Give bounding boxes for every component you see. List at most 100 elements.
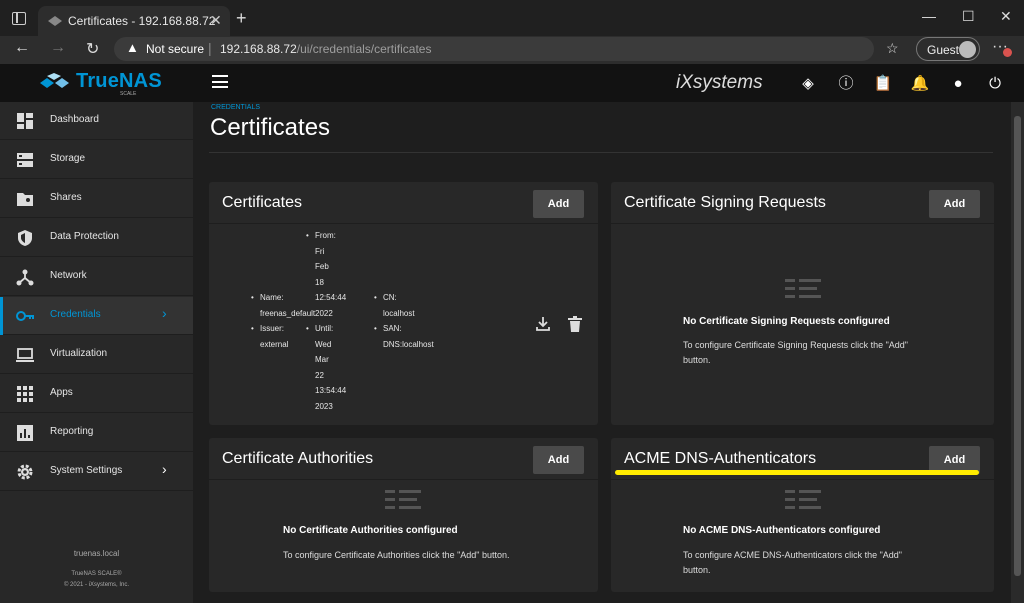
menu-toggle-icon[interactable]	[212, 75, 228, 89]
highlight-underline	[615, 470, 979, 475]
sidebar-version: TrueNAS SCALE®	[71, 571, 122, 577]
cert-from-time: 12:54:44	[315, 293, 347, 302]
cert-from-month: Feb	[315, 262, 329, 271]
main-content: CREDENTIALS Certificates Certificates Ad…	[193, 102, 1011, 603]
sidebar-item-label: Storage	[50, 153, 86, 164]
vendor-logo[interactable]: iXsystems	[676, 72, 763, 94]
forward-icon[interactable]: →	[50, 39, 66, 57]
cert-until-year: 2023	[315, 401, 333, 411]
truenas-logo[interactable]: TrueNAS SCALE	[38, 70, 178, 98]
chevron-right-icon: ›	[162, 305, 167, 321]
shares-icon	[17, 193, 33, 206]
truenas-mark-icon	[40, 73, 69, 88]
scrollbar-thumb[interactable]	[1014, 116, 1021, 576]
cert-issuer-label: Issuer:	[260, 324, 285, 333]
favorites-icon[interactable]: ☆	[886, 40, 899, 57]
cert-san-value: DNS:localhost	[383, 339, 434, 349]
sidebar-item-shares[interactable]: Shares	[0, 180, 193, 218]
sidebar-item-credentials[interactable]: Credentials ›	[0, 297, 193, 335]
bell-icon[interactable]: 🔔	[910, 74, 930, 94]
empty-description: To configure Certificate Signing Request…	[683, 340, 909, 365]
page-scrollbar[interactable]	[1011, 102, 1024, 603]
sidebar-item-label: Network	[50, 270, 87, 281]
info-icon[interactable]: ⓘ	[836, 74, 856, 94]
url-path: /ui/credentials/certificates	[296, 42, 432, 56]
card-title: Certificates	[222, 194, 303, 211]
sidebar-item-network[interactable]: Network	[0, 258, 193, 296]
download-icon[interactable]	[535, 316, 551, 332]
cert-name-value: freenas_default	[260, 308, 316, 318]
tab-title: Certificates - 192.168.88.72	[68, 14, 216, 28]
empty-description: To configure ACME DNS-Authenticators cli…	[683, 550, 902, 575]
address-separator: |	[208, 40, 212, 56]
add-csr-button[interactable]: Add	[929, 190, 980, 218]
app-topbar: TrueNAS SCALE iXsystems ◈ ⓘ 📋 🔔 ● ⏻	[0, 64, 1024, 102]
reload-icon[interactable]: ↻	[86, 39, 99, 59]
delete-icon[interactable]	[568, 316, 582, 332]
browser-tab[interactable]: Certificates - 192.168.88.72 ✕	[38, 6, 230, 36]
cert-until-month: Mar	[315, 355, 329, 364]
sidebar-item-label: Apps	[50, 387, 73, 398]
profile-button[interactable]: Guest	[916, 37, 980, 61]
brand-sub: SCALE	[120, 91, 137, 97]
active-indicator	[0, 297, 3, 335]
sidebar-item-storage[interactable]: Storage	[0, 141, 193, 179]
browser-titlebar: Certificates - 192.168.88.72 ✕ + — ☐ ✕	[0, 0, 1024, 36]
back-icon[interactable]: ←	[14, 39, 30, 57]
new-tab-icon[interactable]: +	[236, 8, 247, 29]
sidebar-copyright: © 2021 - iXsystems, Inc.	[63, 582, 130, 588]
breadcrumb[interactable]: CREDENTIALS	[211, 104, 260, 111]
sidebar-item-reporting[interactable]: Reporting	[0, 414, 193, 452]
cert-from-year: 2022	[315, 308, 333, 318]
page-title: Certificates	[210, 114, 331, 141]
window-close-icon[interactable]: ✕	[1000, 8, 1012, 25]
cert-cn-san-col: • CN: localhost • SAN: DNS:localhost	[374, 290, 434, 352]
empty-description: To configure Certificate Authorities cli…	[283, 550, 510, 560]
sidebar-item-data-protection[interactable]: Data Protection	[0, 219, 193, 257]
acme-card: ACME DNS-Authenticators Add No ACME DNS-…	[611, 438, 994, 592]
sidebar-item-system-settings[interactable]: System Settings ›	[0, 453, 193, 491]
security-label[interactable]: Not secure	[146, 42, 204, 56]
cert-san-label: SAN:	[383, 324, 402, 333]
jobs-clipboard-icon[interactable]: 📋	[873, 74, 893, 94]
minimize-icon[interactable]: —	[922, 8, 936, 24]
add-ca-button[interactable]: Add	[533, 446, 584, 474]
sidebar-item-dashboard[interactable]: Dashboard	[0, 102, 193, 140]
cert-from-date: 18	[315, 277, 324, 287]
sidebar-item-label: Shares	[50, 192, 82, 203]
warning-icon[interactable]: ▲	[126, 40, 139, 55]
cert-cn-label: CN:	[383, 293, 397, 302]
cert-until-time: 13:54:44	[315, 386, 347, 395]
browser-toolbar: ← → ↻ ▲ Not secure | 192.168.88.72/ui/cr…	[0, 36, 1024, 64]
cert-dates-col: • From: Fri Feb 18 12:54:44 2022 • Until: …	[306, 228, 347, 414]
cert-issuer-value: external	[260, 339, 289, 349]
cert-cn-value: localhost	[383, 308, 415, 318]
chart-icon	[17, 425, 33, 441]
truecommand-icon[interactable]: ◈	[798, 74, 818, 94]
storage-icon	[17, 153, 33, 167]
empty-title: No Certificate Authorities configured	[283, 525, 458, 536]
tab-actions-icon[interactable]	[12, 12, 26, 25]
account-icon[interactable]: ●	[948, 74, 968, 94]
empty-title: No ACME DNS-Authenticators configured	[683, 525, 881, 536]
add-certificate-button[interactable]: Add	[533, 190, 584, 218]
address-bar[interactable]: ▲ Not secure | 192.168.88.72/ui/credenti…	[114, 37, 874, 61]
card-title: ACME DNS-Authenticators	[624, 450, 817, 467]
sidebar-item-virtualization[interactable]: Virtualization	[0, 336, 193, 374]
divider	[209, 152, 993, 153]
cert-from-day: Fri	[315, 246, 325, 256]
sidebar-item-apps[interactable]: Apps	[0, 375, 193, 413]
url-text[interactable]: 192.168.88.72/ui/credentials/certificate…	[220, 42, 431, 56]
maximize-icon[interactable]: ☐	[962, 8, 975, 25]
tab-close-icon[interactable]: ✕	[210, 12, 222, 29]
empty-list-icon	[785, 490, 821, 518]
card-header: Certificate Signing Requests Add	[611, 182, 994, 224]
ca-card: Certificate Authorities Add No Certifica…	[209, 438, 598, 592]
power-icon[interactable]: ⏻	[985, 74, 1005, 94]
gear-icon	[17, 464, 33, 480]
key-icon	[16, 311, 34, 321]
csr-card: Certificate Signing Requests Add No Cert…	[611, 182, 994, 425]
cert-until-label: Until:	[315, 324, 334, 333]
laptop-icon	[16, 348, 34, 362]
apps-grid-icon	[17, 386, 33, 402]
